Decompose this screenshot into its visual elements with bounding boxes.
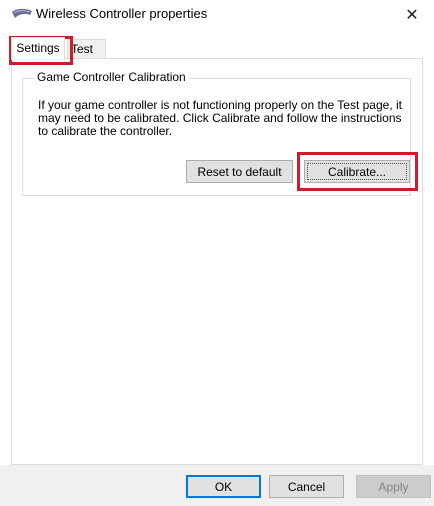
tab-settings-label: Settings xyxy=(16,41,60,55)
game-controller-icon xyxy=(12,8,32,18)
window-title: Wireless Controller properties xyxy=(36,6,208,21)
ok-button[interactable]: OK xyxy=(186,475,261,498)
reset-to-default-button[interactable]: Reset to default xyxy=(186,160,293,183)
tab-test-label: Test xyxy=(71,42,94,56)
tab-settings[interactable]: Settings xyxy=(11,37,65,60)
focus-rectangle xyxy=(307,163,407,180)
close-button[interactable]: ✕ xyxy=(390,0,434,30)
tab-test[interactable]: Test xyxy=(67,39,106,58)
ok-label: OK xyxy=(214,479,233,494)
calibrate-button[interactable]: Calibrate... xyxy=(304,160,410,183)
calibration-group-title: Game Controller Calibration xyxy=(34,70,189,84)
apply-button[interactable]: Apply xyxy=(356,475,431,498)
cancel-button[interactable]: Cancel xyxy=(269,475,344,498)
calibration-description: If your game controller is not functioni… xyxy=(38,98,402,138)
apply-label: Apply xyxy=(378,479,409,494)
reset-label: Reset to default xyxy=(197,164,282,179)
cancel-label: Cancel xyxy=(287,479,326,494)
close-icon: ✕ xyxy=(405,7,419,24)
title-bar: Wireless Controller properties ✕ xyxy=(0,0,434,32)
